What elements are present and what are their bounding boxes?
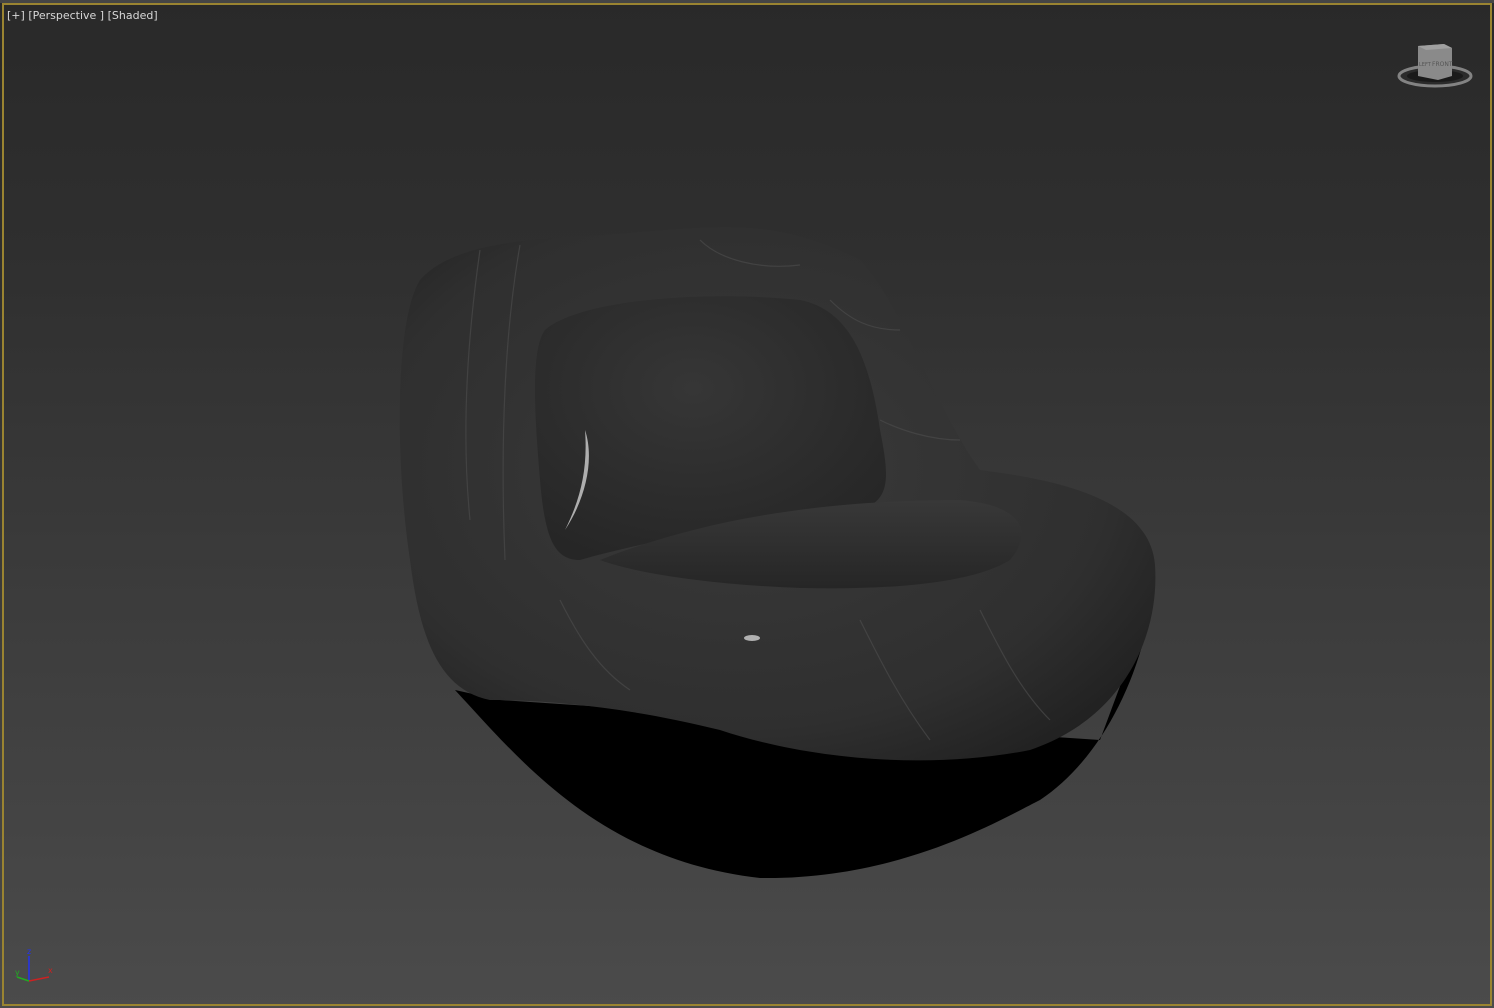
viewport-shading-menu[interactable]: [Shaded]	[108, 9, 158, 22]
perspective-viewport[interactable]: [+] [Perspective ] [Shaded] LEFT FRONT z…	[0, 0, 1494, 1008]
viewcube-side-label: LEFT	[1419, 62, 1432, 68]
viewport-label-menu: [+] [Perspective ] [Shaded]	[7, 9, 158, 22]
viewcube-icon[interactable]: LEFT FRONT	[1396, 38, 1474, 94]
axis-z-label: z	[27, 947, 31, 956]
viewport-point-of-view-menu[interactable]: [Perspective ]	[28, 9, 104, 22]
viewcube-face-label: FRONT	[1432, 61, 1453, 68]
axis-x-label: x	[48, 966, 53, 975]
viewport-general-menu[interactable]: [+]	[7, 9, 25, 22]
active-viewport-border	[2, 3, 1492, 1006]
axis-tripod-icon: z x y	[15, 947, 53, 982]
axis-y-label: y	[15, 968, 20, 977]
